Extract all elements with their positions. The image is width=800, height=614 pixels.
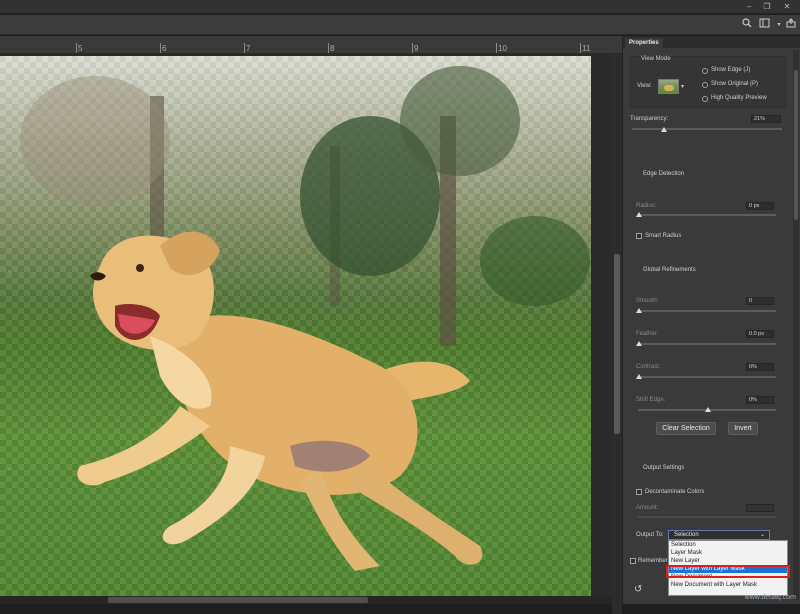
amount-field xyxy=(746,504,774,512)
decontaminate-label: Decontaminate Colors xyxy=(645,489,704,495)
panel-scrollbar[interactable] xyxy=(793,50,799,600)
amount-label: Amount: xyxy=(636,505,658,511)
shift-edge-label: Shift Edge: xyxy=(636,397,665,403)
contrast-field[interactable]: 0% xyxy=(746,363,774,371)
horizontal-scrollbar[interactable] xyxy=(0,596,612,604)
remember-label: Remember xyxy=(638,558,668,564)
view-mode-title: View Mode xyxy=(641,56,671,62)
show-edge-radio[interactable] xyxy=(702,68,708,74)
reset-icon[interactable]: ↺ xyxy=(634,584,646,596)
dropdown-option-new-layer[interactable]: New Layer xyxy=(669,557,787,565)
view-label: View: xyxy=(637,83,652,89)
chevron-down-icon[interactable]: ⌄ xyxy=(7,466,13,472)
transparency-slider[interactable] xyxy=(632,128,782,130)
smooth-slider[interactable] xyxy=(638,310,776,312)
radius-field[interactable]: 0 px xyxy=(746,202,774,210)
ruler-label: 8 xyxy=(330,44,334,53)
ruler-tick xyxy=(328,43,329,53)
show-original-label: Show Original (P) xyxy=(711,81,758,87)
title-bar: – ❐ ✕ xyxy=(0,0,800,14)
show-original-radio[interactable] xyxy=(702,82,708,88)
radius-label: Radius: xyxy=(636,203,656,209)
tree-foliage xyxy=(20,76,170,206)
ruler-label: 7 xyxy=(246,44,250,53)
smooth-label: Smooth: xyxy=(636,298,658,304)
ruler-label: 10 xyxy=(498,44,507,53)
tab-properties[interactable]: Properties xyxy=(625,38,663,48)
clear-selection-button[interactable]: Clear Selection xyxy=(656,422,716,435)
shift-edge-field[interactable]: 0% xyxy=(746,396,774,404)
smooth-slider-knob[interactable] xyxy=(636,308,642,313)
ruler-tick xyxy=(76,43,77,53)
vertical-scrollbar[interactable] xyxy=(612,54,622,614)
smooth-field[interactable]: 0 xyxy=(746,297,774,305)
shift-edge-slider-knob[interactable] xyxy=(705,407,711,412)
close-button[interactable]: ✕ xyxy=(780,2,794,12)
restore-button[interactable]: ❐ xyxy=(760,2,774,12)
remember-checkbox[interactable] xyxy=(630,558,636,564)
search-icon[interactable] xyxy=(740,18,754,32)
dropdown-option-new-document-with-mask[interactable]: New Document with Layer Mask xyxy=(669,581,787,589)
watermark: www.deuaq.com xyxy=(745,594,796,601)
feather-field[interactable]: 0.0 px xyxy=(746,330,774,338)
view-mode-thumbnail[interactable] xyxy=(658,79,679,94)
ruler-label: 11 xyxy=(582,44,590,53)
ruler-tick xyxy=(580,43,581,53)
share-icon[interactable] xyxy=(784,18,798,32)
transparency-field[interactable]: 21% xyxy=(751,115,781,123)
ruler-tick xyxy=(412,43,413,53)
contrast-slider[interactable] xyxy=(638,376,776,378)
output-to-value: Selection xyxy=(674,532,699,538)
feather-label: Feather: xyxy=(636,331,658,337)
horizontal-ruler: 5 6 7 8 9 10 11 xyxy=(0,36,622,54)
transparency-label: Transparency: xyxy=(630,116,668,122)
feather-slider[interactable] xyxy=(638,343,776,345)
document-image[interactable] xyxy=(0,56,591,596)
invert-button[interactable]: Invert xyxy=(728,422,758,435)
minimize-button[interactable]: – xyxy=(742,2,756,12)
ruler-label: 6 xyxy=(162,44,166,53)
options-bar: ▾ xyxy=(0,15,800,35)
ruler-tick xyxy=(244,43,245,53)
radius-slider[interactable] xyxy=(638,214,776,216)
chevron-down-icon[interactable]: ▾ xyxy=(681,83,684,90)
contrast-label: Contrast: xyxy=(636,364,660,370)
highlight-box xyxy=(666,565,790,578)
chevron-down-icon[interactable]: ⌄ xyxy=(7,172,13,178)
panel-scroll-thumb[interactable] xyxy=(794,70,798,220)
vertical-scroll-thumb[interactable] xyxy=(614,254,620,434)
dropdown-option-layer-mask[interactable]: Layer Mask xyxy=(669,549,787,557)
high-quality-label: High Quality Preview xyxy=(711,95,767,101)
output-settings-title: Output Settings xyxy=(643,465,684,471)
view-icon[interactable] xyxy=(758,18,772,32)
dropdown-option-selection[interactable]: Selection xyxy=(669,541,787,549)
feather-slider-knob[interactable] xyxy=(636,341,642,346)
ruler-label: 5 xyxy=(78,44,82,53)
smart-radius-label: Smart Radius xyxy=(645,233,681,239)
canvas-area[interactable]: 5 6 7 8 9 10 11 xyxy=(0,36,622,604)
ruler-label: 9 xyxy=(414,44,418,53)
show-edge-label: Show Edge (J) xyxy=(711,67,750,73)
output-to-label: Output To: xyxy=(636,532,664,538)
tree-foliage xyxy=(400,66,520,176)
chevron-down-icon: ⌄ xyxy=(760,531,765,539)
transparency-slider-knob[interactable] xyxy=(661,127,667,132)
global-refinements-title: Global Refinements xyxy=(643,267,696,273)
smart-radius-checkbox[interactable] xyxy=(636,233,642,239)
panel-tab-bar: Properties xyxy=(623,36,800,48)
chevron-down-icon[interactable]: ⌄ xyxy=(7,268,13,274)
radius-slider-knob[interactable] xyxy=(636,212,642,217)
high-quality-radio[interactable] xyxy=(702,96,708,102)
decontaminate-checkbox[interactable] xyxy=(636,489,642,495)
edge-detection-title: Edge Detection xyxy=(643,171,684,177)
horizontal-scroll-thumb[interactable] xyxy=(108,597,368,603)
contrast-slider-knob[interactable] xyxy=(636,374,642,379)
dog-subject xyxy=(60,206,510,576)
ruler-tick xyxy=(496,43,497,53)
output-to-select[interactable]: Selection ⌄ xyxy=(668,530,770,540)
ruler-tick xyxy=(160,43,161,53)
amount-slider xyxy=(638,516,776,518)
